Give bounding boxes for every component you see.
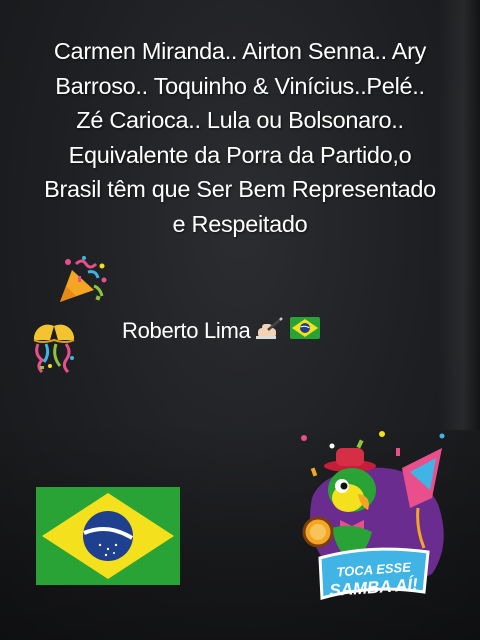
message-line: Barroso.. Toquinho & Vinícius..Pelé.. (55, 72, 425, 99)
message-line: e Respeitado (172, 210, 308, 237)
signature-name: Roberto Lima (122, 318, 251, 343)
message-line: Zé Carioca.. Lula ou Bolsonaro.. (76, 107, 404, 133)
message-line: Carmen Miranda.. Airton Senna.. Ary (53, 38, 427, 64)
signature: Roberto Lima (122, 316, 321, 346)
brazil-flag (36, 487, 180, 585)
brazil-flag-icon (290, 317, 321, 345)
message-line: Equivalente da Porra da Partido,o (68, 141, 412, 168)
message-line: Brasil têm que Ser Bem Representado (44, 176, 436, 202)
toca-esse-samba-sticker: TOCA ESSE SAMBA AÍ! (292, 428, 458, 608)
writing-hand-icon (256, 316, 284, 346)
confetti-ball-icon (26, 318, 82, 374)
party-popper-icon (54, 252, 110, 306)
message-text: Carmen Miranda.. Airton Senna.. Ary Barr… (14, 34, 466, 241)
